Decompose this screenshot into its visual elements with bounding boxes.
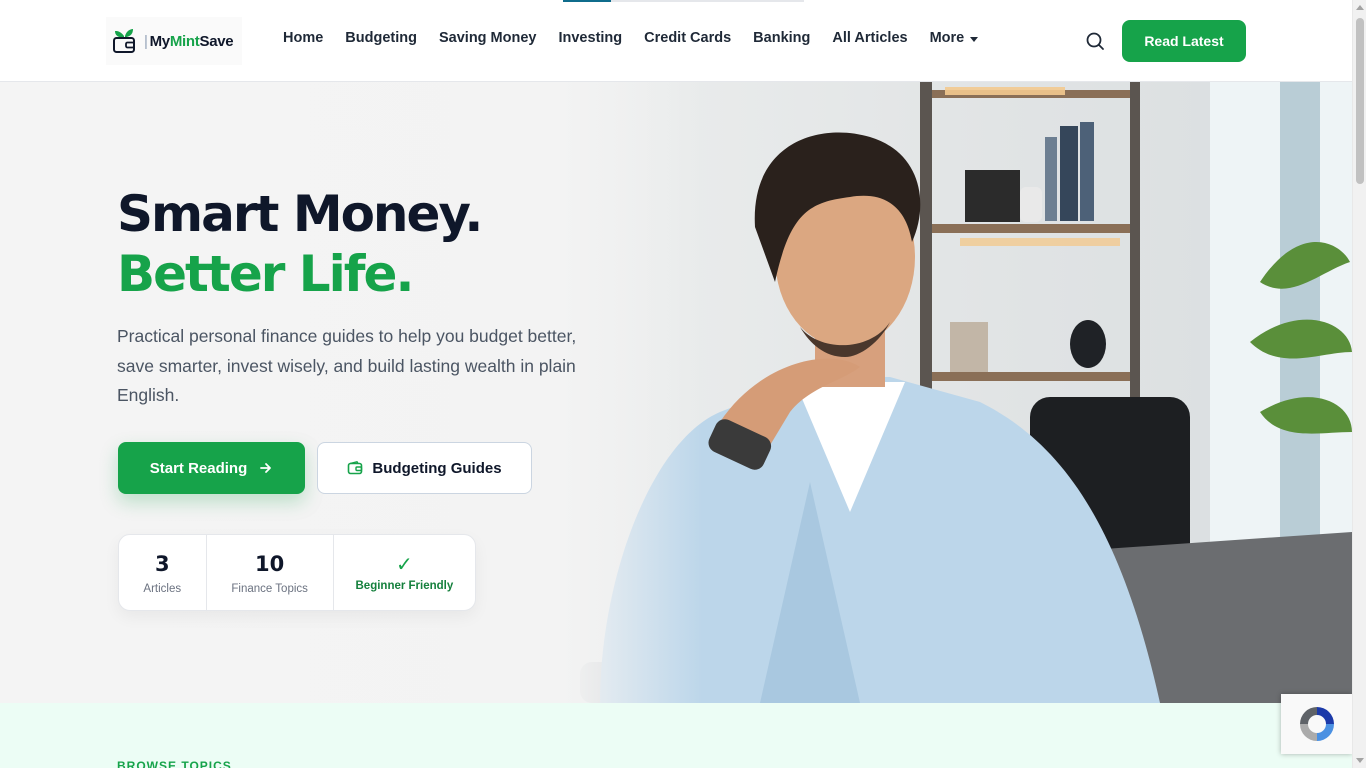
hero-stats-card: 3 Articles 10 Finance Topics ✓ Beginner … — [118, 534, 476, 611]
hero-description: Practical personal finance guides to hel… — [117, 326, 577, 405]
stat-finance-topics: 10 Finance Topics — [207, 535, 334, 610]
search-button[interactable] — [1083, 29, 1107, 53]
nav-item-saving-money[interactable]: Saving Money — [439, 30, 537, 46]
chevron-down-icon — [970, 36, 979, 42]
stat-finance-topics-label: Finance Topics — [231, 582, 308, 595]
stat-articles-value: 3 — [154, 551, 170, 576]
stat-articles-label: Articles — [143, 582, 182, 595]
stat-beginner-friendly: ✓ Beginner Friendly — [334, 535, 475, 610]
scroll-up-icon[interactable] — [1356, 5, 1364, 10]
checkmark-icon: ✓ — [396, 553, 413, 576]
search-icon — [1086, 32, 1104, 50]
nav-item-all-articles[interactable]: All Articles — [832, 30, 907, 46]
budgeting-guides-button[interactable]: Budgeting Guides — [317, 442, 532, 494]
site-logo[interactable]: | MyMintSave — [106, 17, 242, 65]
hero-title-line-1: Smart Money. — [117, 185, 483, 243]
nav-item-investing[interactable]: Investing — [558, 30, 622, 46]
arrow-right-icon — [260, 463, 272, 473]
stat-beginner-friendly-label: Beginner Friendly — [355, 579, 454, 592]
browse-topics-eyebrow: BROWSE TOPICS — [117, 759, 232, 768]
nav-item-credit-cards[interactable]: Credit Cards — [644, 30, 731, 46]
nav-item-more-label: More — [929, 30, 965, 46]
hero-title-line-2: Better Life. — [117, 245, 414, 303]
stat-finance-topics-value: 10 — [255, 551, 285, 576]
main-nav: Home Budgeting Saving Money Investing Cr… — [283, 30, 979, 46]
page-loading-bar — [563, 0, 804, 2]
nav-item-banking[interactable]: Banking — [753, 30, 810, 46]
hero-title: Smart Money. Better Life. — [117, 184, 483, 304]
read-latest-button[interactable]: Read Latest — [1122, 20, 1246, 62]
recaptcha-icon — [1299, 707, 1334, 741]
wallet-icon — [348, 461, 363, 475]
nav-item-budgeting[interactable]: Budgeting — [345, 30, 417, 46]
scroll-down-icon[interactable] — [1356, 758, 1364, 763]
start-reading-button[interactable]: Start Reading — [118, 442, 305, 494]
hero-section: Smart Money. Better Life. Practical pers… — [0, 82, 1352, 703]
site-logo-text: | MyMintSave — [144, 32, 234, 50]
hero-photo — [560, 82, 1352, 703]
site-header: | MyMintSave Home Budgeting Saving Money … — [0, 0, 1352, 82]
page-scrollbar[interactable] — [1352, 0, 1366, 768]
stat-articles: 3 Articles — [119, 535, 207, 610]
budgeting-guides-label: Budgeting Guides — [372, 459, 502, 477]
nav-item-home[interactable]: Home — [283, 30, 323, 46]
wallet-leaf-icon — [112, 27, 138, 55]
recaptcha-badge[interactable] — [1281, 694, 1352, 754]
start-reading-label: Start Reading — [149, 459, 248, 477]
scrollbar-thumb[interactable] — [1356, 18, 1364, 184]
browse-topics-section: BROWSE TOPICS — [0, 703, 1352, 768]
page-loading-bar-fill — [563, 0, 612, 2]
nav-item-more[interactable]: More — [930, 30, 979, 46]
